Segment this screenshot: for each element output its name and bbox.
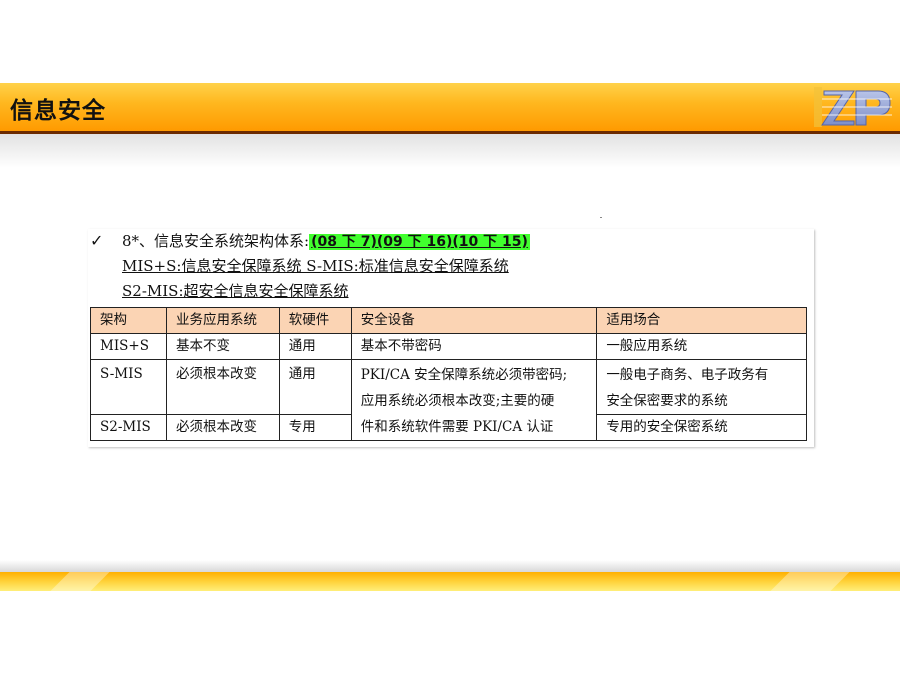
line-1: ✓ 8*、信息安全系统架构体系: (08 下 7)(09 下 16)(10 下 1… — [88, 229, 814, 253]
zp-logo — [814, 87, 892, 127]
line-3: S2-MIS:超安全信息安全保障系统 — [122, 282, 349, 300]
table-header-cell: 适用场合 — [596, 307, 807, 334]
title-bar: 信息安全 — [0, 83, 900, 131]
table-cell-multiline: PKI/CA 安全保障系统必须带密码; 应用系统必须根本改变;主要的硬 件和系统… — [350, 359, 598, 441]
table-cell: 一般应用系统 — [596, 333, 807, 360]
table-cell-multiline: 一般电子商务、电子政务有 安全保密要求的系统 — [596, 359, 807, 415]
table-cell-line: 应用系统必须根本改变;主要的硬 — [360, 393, 555, 409]
check-icon: ✓ — [90, 231, 104, 250]
footer-stripe — [770, 572, 850, 591]
table-cell: 专用 — [278, 414, 352, 441]
stray-dot — [600, 217, 602, 218]
table-header-row: 架构 业务应用系统 软硬件 安全设备 适用场合 — [90, 307, 807, 334]
table-cell: 通用 — [278, 333, 352, 360]
table-cell-line: PKI/CA 安全保障系统必须带密码; — [360, 367, 568, 383]
table-header-cell: 软硬件 — [278, 307, 352, 334]
content-card: ✓ 8*、信息安全系统架构体系: (08 下 7)(09 下 16)(10 下 1… — [88, 229, 814, 447]
table-cell: S2-MIS — [90, 414, 167, 441]
page-title: 信息安全 — [10, 98, 106, 124]
footer-shadow — [0, 560, 900, 572]
footer-stripe — [50, 572, 110, 591]
title-shadow — [0, 134, 900, 168]
table-cell-line: 件和系统软件需要 PKI/CA 认证 — [360, 419, 554, 435]
table-cell: 基本不变 — [165, 333, 280, 360]
table-cell: 专用的安全保密系统 — [596, 414, 807, 441]
table-header-cell: 架构 — [90, 307, 167, 334]
table-cell: S-MIS — [90, 359, 167, 415]
table-header-cell: 业务应用系统 — [165, 307, 280, 334]
table-cell-line: 安全保密要求的系统 — [606, 393, 728, 409]
footer-band — [0, 572, 900, 591]
architecture-table: 架构 业务应用系统 软硬件 安全设备 适用场合 MIS+S 基本不变 通用 基本… — [90, 307, 807, 441]
table-cell: 必须根本改变 — [165, 414, 280, 441]
table-cell: 必须根本改变 — [165, 359, 280, 415]
line-2: MIS+S:信息安全保障系统 S-MIS:标准信息安全保障系统 — [122, 257, 509, 275]
table-cell: 基本不带密码 — [350, 333, 598, 360]
table-cell: 通用 — [278, 359, 352, 415]
line-1-prefix: 8*、信息安全系统架构体系: — [122, 232, 310, 250]
table-header-cell: 安全设备 — [350, 307, 598, 334]
table-cell-line: 一般电子商务、电子政务有 — [606, 367, 769, 383]
table-row: MIS+S 基本不变 通用 基本不带密码 一般应用系统 — [90, 333, 807, 360]
exam-reference-highlight: (08 下 7)(09 下 16)(10 下 15) — [309, 234, 530, 250]
table-cell: MIS+S — [90, 333, 167, 360]
